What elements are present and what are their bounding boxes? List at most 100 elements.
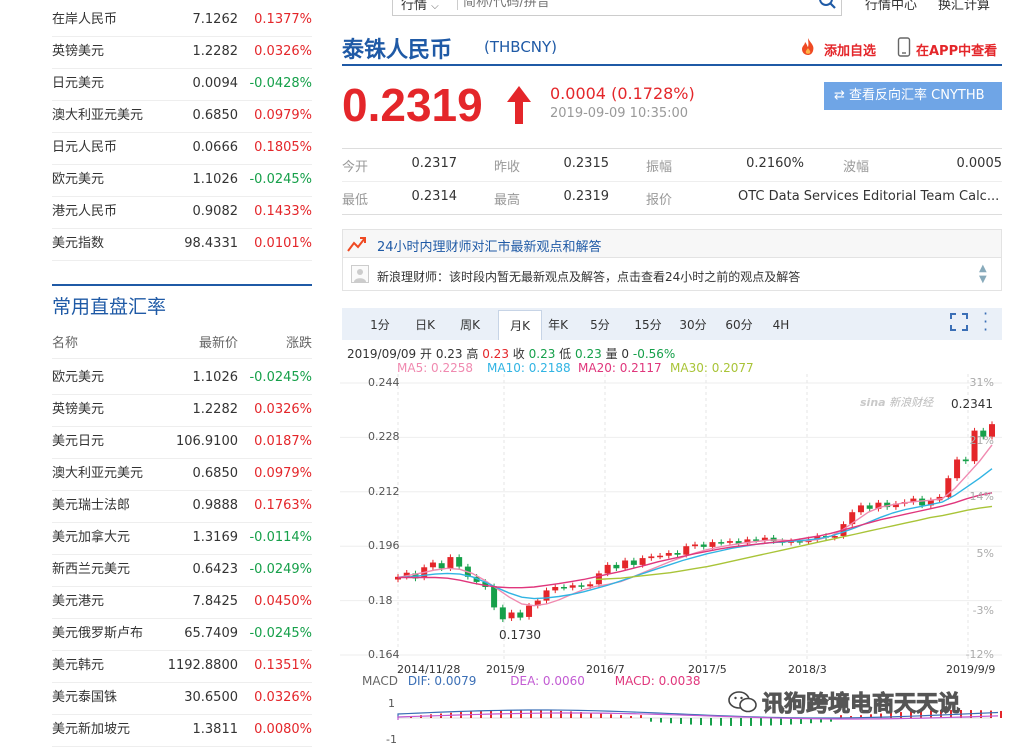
rate-name: 美元日元 xyxy=(52,434,105,449)
top-rate-row[interactable]: 澳大利亚元美元 0.6850 0.0979% xyxy=(52,100,312,132)
tab-0[interactable]: 1分 xyxy=(366,312,394,338)
tab-4[interactable]: 年K xyxy=(542,312,574,338)
rate-change: 0.1377% xyxy=(254,12,312,27)
tab-5[interactable]: 5分 xyxy=(586,312,614,338)
candle-body xyxy=(526,605,533,617)
rate-price: 0.6850 xyxy=(192,466,239,481)
candle-body xyxy=(692,544,698,547)
macd-bar xyxy=(680,718,682,724)
kline-close-label: 收 xyxy=(512,347,525,361)
rate-name: 新西兰元美元 xyxy=(52,562,131,577)
search-divider xyxy=(457,0,458,10)
max-annotation: 0.2341 xyxy=(951,397,993,411)
fullscreen-icon[interactable] xyxy=(950,313,968,331)
scroll-arrows-icon[interactable]: ▲ ▼ xyxy=(979,263,987,285)
top-rate-row[interactable]: 日元美元 0.0094 -0.0428% xyxy=(52,68,312,100)
rate-price: 1.3811 xyxy=(192,722,239,737)
app-view-link[interactable]: 在APP中查看 xyxy=(916,40,997,59)
reverse-rate-button[interactable]: ⇄ 查看反向汇率 CNYTHB xyxy=(824,82,1002,110)
rate-change: 0.0326% xyxy=(254,690,312,705)
source-value: OTC Data Services Editorial Team Calc... xyxy=(738,189,1000,204)
direct-rate-row[interactable]: 美元瑞士法郎 0.9888 0.1763% xyxy=(52,490,312,522)
tab-9[interactable]: 4H xyxy=(766,312,796,338)
rate-price: 30.6500 xyxy=(184,690,238,705)
prev-close-label: 昨收 xyxy=(494,160,521,175)
rate-change: 0.0326% xyxy=(254,44,312,59)
direct-rate-row[interactable]: 美元俄罗斯卢布 65.7409 -0.0245% xyxy=(52,618,312,650)
market-center-link[interactable]: 行情中心 xyxy=(865,0,917,13)
advisor-header[interactable]: 24小时内理财师对汇市最新观点和解答 xyxy=(343,230,1001,258)
tab-7[interactable]: 30分 xyxy=(676,312,710,338)
candle-body xyxy=(613,564,620,569)
top-rate-row[interactable]: 美元指数 98.4331 0.0101% xyxy=(52,228,312,260)
direct-rate-row[interactable]: 英镑美元 1.2282 0.0326% xyxy=(52,394,312,426)
tab-2[interactable]: 周K xyxy=(454,312,486,338)
rate-price: 1.2282 xyxy=(192,44,239,59)
candle-body xyxy=(726,541,733,543)
top-rate-row[interactable]: 日元人民币 0.0666 0.1805% xyxy=(52,132,312,164)
candlestick-chart[interactable] xyxy=(340,374,1002,670)
advisor-message[interactable]: 新浪理财师：该时段内暂无最新观点及解答，点击查看24小时之前的观点及解答 xyxy=(377,268,800,285)
rate-change: 0.0187% xyxy=(254,434,312,449)
direct-rate-row[interactable]: 美元日元 106.9100 0.0187% xyxy=(52,426,312,458)
macd-bar xyxy=(710,718,712,726)
top-rate-row[interactable]: 港元人民币 0.9082 0.1433% xyxy=(52,196,312,228)
macd-bar xyxy=(650,718,652,722)
rate-price: 1.3169 xyxy=(192,530,239,545)
tab-8[interactable]: 60分 xyxy=(722,312,756,338)
rate-name: 日元美元 xyxy=(52,76,105,91)
prev-close-value: 0.2315 xyxy=(563,156,610,171)
top-rate-row[interactable]: 欧元美元 1.1026 -0.0245% xyxy=(52,164,312,196)
kline-open: 0.23 xyxy=(435,347,463,361)
wechat-icon xyxy=(728,691,757,713)
y-tick-label: 0.196 xyxy=(368,539,400,553)
kline-low-label: 低 xyxy=(559,347,572,361)
candle-body xyxy=(552,587,559,591)
kline-date: 2019/09/09 xyxy=(347,347,417,361)
open-value: 0.2317 xyxy=(411,156,458,171)
rate-name: 美元指数 xyxy=(52,236,105,251)
add-favorite-link[interactable]: 添加自选 xyxy=(824,40,876,59)
candle-body xyxy=(543,590,550,601)
top-rate-row[interactable]: 在岸人民币 7.1262 0.1377% xyxy=(52,4,312,36)
tab-6[interactable]: 15分 xyxy=(630,312,666,338)
rate-price: 1.2282 xyxy=(192,402,239,417)
tab-1[interactable]: 日K xyxy=(410,312,440,338)
kline-info: 2019/09/09 开 0.23 高 0.23 收 0.23 低 0.23 量… xyxy=(347,345,675,362)
rate-name: 英镑美元 xyxy=(52,44,105,59)
stats-top-border xyxy=(342,148,1002,149)
y-tick-label: 0.164 xyxy=(368,648,400,661)
direct-rate-row[interactable]: 欧元美元 1.1026 -0.0245% xyxy=(52,362,312,394)
quote-title: 泰铢人民币 xyxy=(342,38,453,63)
macd-bar xyxy=(560,710,562,718)
direct-rate-row[interactable]: 新西兰元美元 0.6423 -0.0249% xyxy=(52,554,312,586)
search-dropdown[interactable]: 行情 ⌵ xyxy=(401,0,439,13)
source-label: 报价 xyxy=(646,193,673,208)
direct-rate-row[interactable]: 美元新加坡元 1.3811 0.0080% xyxy=(52,714,312,746)
macd-bar xyxy=(550,710,552,718)
direct-rate-row[interactable]: 美元泰国铢 30.6500 0.0326% xyxy=(52,682,312,714)
macd-bar xyxy=(1000,710,1002,718)
direct-rate-row[interactable]: 澳大利亚元美元 0.6850 0.0979% xyxy=(52,458,312,490)
candle-body xyxy=(587,584,594,587)
price-change: 0.0004 (0.1728%) xyxy=(550,84,695,103)
quote-code: (THBCNY) xyxy=(484,38,558,56)
search-icon[interactable] xyxy=(817,0,839,12)
rate-name: 澳大利亚元美元 xyxy=(52,466,144,481)
candle-body xyxy=(630,560,637,565)
rate-name: 美元瑞士法郎 xyxy=(52,498,131,513)
top-rate-row[interactable]: 英镑美元 1.2282 0.0326% xyxy=(52,36,312,68)
direct-rate-row[interactable]: 美元加拿大元 1.3169 -0.0114% xyxy=(52,522,312,554)
direct-rate-row[interactable]: 美元韩元 1192.8800 0.1351% xyxy=(52,650,312,682)
rate-change: -0.0245% xyxy=(249,370,312,385)
tab-3[interactable]: 月K xyxy=(498,310,542,340)
direct-rate-row[interactable]: 美元港元 7.8425 0.0450% xyxy=(52,586,312,618)
search-input[interactable] xyxy=(463,0,793,12)
sina-watermark: sina 新浪财经 xyxy=(860,394,933,410)
rate-price: 1192.8800 xyxy=(167,658,238,673)
min-annotation: 0.1730 xyxy=(499,628,541,642)
kline-open-label: 开 xyxy=(420,347,433,361)
rate-change: 0.0979% xyxy=(254,466,312,481)
more-options-icon[interactable]: · · · xyxy=(983,306,988,338)
exchange-calc-link[interactable]: 换汇计算 xyxy=(938,0,990,13)
